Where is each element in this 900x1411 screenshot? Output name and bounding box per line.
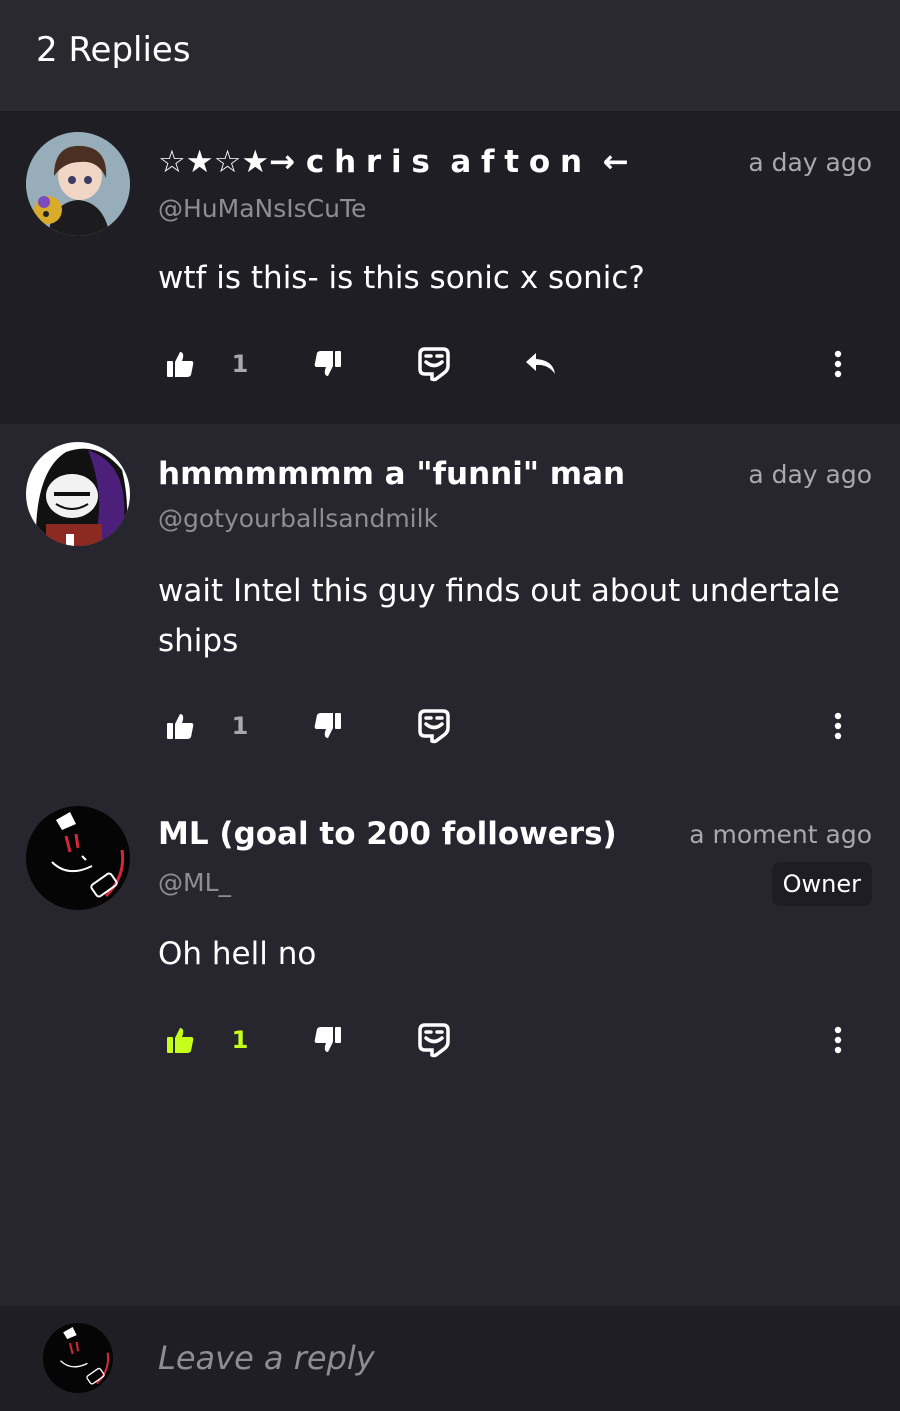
avatar[interactable] xyxy=(26,132,130,236)
comment-author[interactable]: ☆★☆★→ c𝅙h𝅙r𝅙i𝅙s𝅙 a𝅙f𝅙t𝅙o𝅙n𝅙 ← xyxy=(158,144,629,181)
more-options-button[interactable] xyxy=(822,1018,854,1062)
reply-arrow-icon xyxy=(526,353,555,374)
comment-actions: 1 xyxy=(0,342,900,386)
reply-input[interactable] xyxy=(158,1334,858,1382)
comment-text: wtf is this- is this sonic x sonic? xyxy=(158,260,645,296)
thumbs-up-icon xyxy=(167,352,194,377)
comment-author[interactable]: ML (goal to 200 followers) xyxy=(158,816,617,852)
dislike-button[interactable] xyxy=(308,1018,348,1062)
current-user-avatar[interactable] xyxy=(43,1323,113,1393)
replies-header: 2 Replies xyxy=(0,0,900,112)
like-count: 1 xyxy=(231,712,249,740)
sticker-icon xyxy=(418,709,450,744)
comment-timestamp: a moment ago xyxy=(689,820,872,849)
sticker-button[interactable] xyxy=(412,1018,456,1062)
thumbs-up-icon xyxy=(167,714,194,739)
avatar[interactable] xyxy=(26,442,130,546)
sticker-icon xyxy=(418,1023,450,1058)
comment-text: wait Intel this guy finds out about unde… xyxy=(158,573,840,659)
comment-timestamp: a day ago xyxy=(748,148,872,177)
more-options-button[interactable] xyxy=(822,704,854,748)
reply-comment: ML (goal to 200 followers) a moment ago … xyxy=(0,784,900,1094)
comment-handle[interactable]: @gotyourballsandmilk xyxy=(158,504,438,533)
comment-actions: 1 xyxy=(0,1018,900,1062)
reply-comment: hmmmmmm a "funni" man a day ago @gotyour… xyxy=(0,424,900,784)
like-count: 1 xyxy=(231,350,249,378)
more-vertical-icon xyxy=(834,350,842,378)
dislike-button[interactable] xyxy=(308,704,348,748)
more-vertical-icon xyxy=(834,712,842,740)
comment-text: Oh hell no xyxy=(158,936,317,972)
comment-handle[interactable]: @HuMaNsIsCuTe xyxy=(158,194,366,223)
thumbs-down-icon xyxy=(314,713,341,738)
sticker-icon xyxy=(418,347,450,382)
comment-timestamp: a day ago xyxy=(748,460,872,489)
like-button[interactable] xyxy=(160,342,200,386)
sticker-button[interactable] xyxy=(412,704,456,748)
thumbs-up-icon xyxy=(167,1028,194,1053)
more-vertical-icon xyxy=(834,1026,842,1054)
thumbs-down-icon xyxy=(314,351,341,376)
like-button[interactable] xyxy=(160,1018,200,1062)
owner-badge: Owner xyxy=(771,862,872,906)
reply-button[interactable] xyxy=(518,342,562,386)
comment-actions: 1 xyxy=(0,704,900,748)
thumbs-down-icon xyxy=(314,1027,341,1052)
sticker-button[interactable] xyxy=(412,342,456,386)
more-options-button[interactable] xyxy=(822,342,854,386)
reply-composer xyxy=(0,1306,900,1411)
replies-count-title: 2 Replies xyxy=(36,30,191,70)
like-button[interactable] xyxy=(160,704,200,748)
parent-comment: ☆★☆★→ c𝅙h𝅙r𝅙i𝅙s𝅙 a𝅙f𝅙t𝅙o𝅙n𝅙 ← a day ago … xyxy=(0,112,900,424)
comment-author[interactable]: hmmmmmm a "funni" man xyxy=(158,456,625,492)
avatar[interactable] xyxy=(26,806,130,910)
like-count: 1 xyxy=(231,1026,249,1054)
dislike-button[interactable] xyxy=(308,342,348,386)
comment-handle[interactable]: @ML_ xyxy=(158,868,231,897)
